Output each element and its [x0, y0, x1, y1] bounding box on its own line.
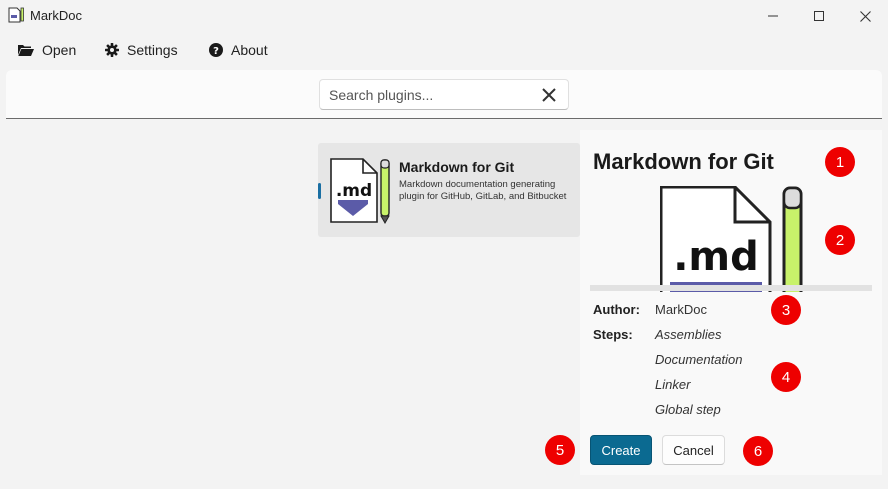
annotation-marker-6: 6: [743, 436, 773, 466]
menu-settings-label: Settings: [127, 42, 178, 58]
menu-settings[interactable]: Settings: [105, 36, 178, 64]
detail-separator: [590, 285, 872, 291]
search-input[interactable]: [329, 86, 529, 104]
annotation-marker-2: 2: [825, 225, 855, 255]
plugin-icon-text: .md: [336, 181, 372, 201]
window-title: MarkDoc: [30, 8, 83, 23]
close-icon: [859, 10, 871, 22]
folder-open-icon: [18, 45, 34, 56]
detail-title: Markdown for Git: [593, 149, 774, 174]
step-item: Assemblies: [655, 327, 722, 342]
annotation-marker-5: 5: [545, 435, 575, 465]
markdown-file-icon: .md: [330, 158, 390, 224]
help-circle-icon: ?: [209, 43, 223, 57]
plugin-name: Markdown for Git: [399, 159, 515, 175]
minimize-button[interactable]: [750, 0, 796, 32]
maximize-button[interactable]: [796, 0, 842, 32]
author-value: MarkDoc: [655, 302, 708, 317]
maximize-icon: [814, 11, 824, 21]
svg-text:?: ?: [213, 46, 219, 57]
selection-indicator: [318, 183, 321, 199]
gear-icon: [105, 43, 119, 57]
steps-label: Steps:: [593, 327, 633, 342]
search-toolbar: [6, 70, 882, 119]
search-box: [319, 79, 569, 110]
annotation-marker-1: 1: [825, 147, 855, 177]
menu-open[interactable]: Open: [18, 36, 76, 64]
app-icon: [8, 7, 24, 23]
annotation-marker-3: 3: [771, 295, 801, 325]
create-button[interactable]: Create: [590, 435, 652, 465]
menu-open-label: Open: [42, 42, 77, 58]
minimize-icon: [768, 15, 778, 17]
plugin-details-panel: Markdown for Git .md Author: MarkDoc Ste…: [580, 130, 882, 475]
author-label: Author:: [593, 302, 640, 317]
step-item: Global step: [655, 402, 721, 417]
step-item: Documentation: [655, 352, 743, 367]
title-bar: MarkDoc: [0, 0, 888, 32]
plugin-list-item[interactable]: .md Markdown for Git Markdown documentat…: [318, 143, 580, 237]
detail-image-text: .md: [673, 234, 759, 280]
clear-search-icon[interactable]: [540, 86, 558, 104]
close-window-button[interactable]: [842, 0, 888, 32]
menu-about[interactable]: ? About: [209, 36, 268, 64]
menu-bar: Open Settings ? About: [0, 36, 888, 64]
step-item: Linker: [655, 377, 691, 392]
annotation-marker-4: 4: [771, 362, 801, 392]
plugin-description: Markdown documentation generating plugin…: [399, 179, 567, 202]
menu-about-label: About: [231, 42, 268, 58]
cancel-button[interactable]: Cancel: [662, 435, 725, 465]
markdown-file-large-icon: .md: [660, 186, 803, 292]
